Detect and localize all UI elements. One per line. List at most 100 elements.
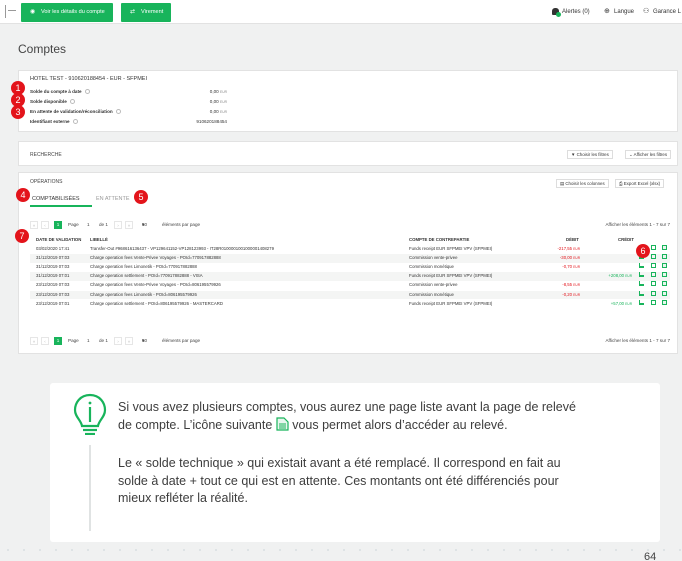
help-icon[interactable] xyxy=(72,119,78,125)
row-label: Charge operation fees Limonetik - POId=7… xyxy=(90,264,197,270)
basket-icon[interactable] xyxy=(639,281,644,287)
language-selector[interactable]: ⊕ Langue xyxy=(604,0,638,24)
document-icon[interactable] xyxy=(662,299,667,305)
help-icon[interactable] xyxy=(69,99,75,105)
row-date: 31/12/2019 07:03 xyxy=(36,255,70,261)
logout-icon[interactable] xyxy=(5,5,17,18)
annotation-badge-4: 4 xyxy=(16,188,30,202)
prev-page-icon[interactable]: ‹ xyxy=(41,337,49,345)
help-icon[interactable] xyxy=(84,89,90,95)
current-page[interactable]: 1 xyxy=(54,337,62,345)
external-link-icon[interactable] xyxy=(651,263,656,269)
row-date: 23/12/2019 07:03 xyxy=(36,282,70,288)
row-label: Charge operation settlement - POId=80619… xyxy=(90,300,223,306)
page-input[interactable]: 1 xyxy=(87,337,90,345)
balance-value: 0,00 EUR xyxy=(209,89,227,94)
basket-icon[interactable] xyxy=(639,272,644,278)
pending-value: 0,00 EUR xyxy=(209,109,227,114)
prev-page-icon[interactable]: ‹ xyxy=(41,221,49,229)
tab-booked[interactable]: COMPTABILISÉES xyxy=(32,196,80,202)
info-box: Si vous avez plusieurs comptes, vous aur… xyxy=(50,383,660,542)
footer-dots xyxy=(0,548,682,552)
row-counterparty: Funds receipt EUR SFPMEI VPV (SFPMEI) xyxy=(409,246,493,251)
top-bar: ◉ Voir les détails du compte ⇄ Virement … xyxy=(0,0,682,24)
row-counterparty: Commission vente-privee xyxy=(409,282,458,288)
external-link-icon[interactable] xyxy=(651,281,656,287)
globe-icon: ⊕ xyxy=(604,8,610,15)
last-page-icon[interactable]: » xyxy=(125,337,133,345)
table-row[interactable]: 23/12/2019 07:03 Charge operation fees Ve… xyxy=(30,281,670,290)
alerts-link[interactable]: Alertes (0) xyxy=(552,0,598,24)
row-date: 23/12/2019 07:01 xyxy=(36,300,70,306)
external-id-value: 910620188454 xyxy=(196,119,227,124)
basket-icon[interactable] xyxy=(639,299,644,305)
tab-pending[interactable]: EN ATTENTE xyxy=(96,196,130,202)
table-header: DATE DE VALIDATION LIBELLÉ COMPTE DE CON… xyxy=(36,237,634,242)
external-link-icon[interactable] xyxy=(651,290,656,296)
help-icon[interactable] xyxy=(115,109,121,115)
external-link-icon[interactable] xyxy=(651,299,656,305)
table-row[interactable]: 31/12/2019 07:03 Charge operation fees Li… xyxy=(30,263,670,272)
show-filters-button[interactable]: ⌄ Afficher les filtres xyxy=(625,150,672,159)
row-debit: -0,70 EUR xyxy=(562,264,580,270)
per-page-select[interactable]: 50 ▾ xyxy=(142,221,147,229)
document-icon[interactable] xyxy=(662,263,667,269)
table-row[interactable]: 23/12/2019 07:01 Charge operation settlem… xyxy=(30,299,670,309)
current-page[interactable]: 1 xyxy=(54,221,62,229)
first-page-icon[interactable]: « xyxy=(30,337,38,345)
document-icon[interactable] xyxy=(662,245,667,250)
chevron-down-icon: ⌄ xyxy=(629,152,633,157)
transfer-arrows-icon: ⇄ xyxy=(130,9,136,15)
page-input[interactable]: 1 xyxy=(87,221,90,229)
table-row[interactable]: 31/12/2019 07:03 Charge operation fees Ve… xyxy=(30,254,670,263)
columns-icon: ▤ xyxy=(560,181,565,186)
external-link-icon[interactable] xyxy=(651,254,656,260)
row-date: 23/12/2019 07:03 xyxy=(36,291,70,297)
document-icon[interactable] xyxy=(662,254,667,260)
annotation-badge-7: 7 xyxy=(15,229,29,243)
operations-panel: OPÉRATIONS ▤ Choisir les colonnes ⎙ Expo… xyxy=(18,172,678,354)
next-page-icon[interactable]: › xyxy=(114,221,122,229)
external-link-icon[interactable] xyxy=(651,272,656,278)
row-label: Charge operation fees Vente-Privee Voyag… xyxy=(90,255,221,261)
pager-bottom: « ‹ 1 Page 1 de 1 › » 50 ▾ éléments par … xyxy=(30,337,670,345)
per-page-select[interactable]: 50 ▾ xyxy=(142,337,147,345)
alert-dot-icon xyxy=(556,12,561,17)
eye-icon: ◉ xyxy=(30,9,36,15)
choose-columns-button[interactable]: ▤ Choisir les colonnes xyxy=(556,179,609,188)
pager-summary: Afficher les éléments 1 - 7 sur 7 xyxy=(605,338,670,343)
table-row[interactable]: 31/12/2019 07:01 Charge operation settlem… xyxy=(30,272,670,281)
row-counterparty: Funds receipt EUR SFPMEI VPV (SFPMEI) xyxy=(409,273,493,279)
choose-filters-button[interactable]: ▼ Choisir les filtres xyxy=(567,150,613,159)
document-icon[interactable] xyxy=(662,272,667,278)
table-row[interactable]: 03/02/2020 17:41 Transfer-Out #9686161364… xyxy=(30,245,670,254)
row-counterparty: Commission monétique xyxy=(409,264,454,270)
user-menu[interactable]: ⚇ Garance L xyxy=(643,0,682,24)
statement-document-icon xyxy=(276,416,289,431)
transfer-button[interactable]: ⇄ Virement xyxy=(121,3,172,22)
user-icon: ⚇ xyxy=(643,8,650,15)
row-debit: -0,20 EUR xyxy=(562,291,580,297)
last-page-icon[interactable]: » xyxy=(125,221,133,229)
info-paragraph-2: Le « solde technique » qui existait avan… xyxy=(118,456,561,506)
annotation-badge-3: 3 xyxy=(11,105,25,119)
document-icon[interactable] xyxy=(662,290,667,296)
external-id-label: Identifiant externe xyxy=(30,119,78,125)
basket-icon[interactable] xyxy=(639,263,644,269)
export-excel-button[interactable]: ⎙ Export Excel (xlsx) xyxy=(615,179,665,188)
active-tab-indicator xyxy=(30,205,92,207)
row-label: Charge operation fees Limonetik - POId=8… xyxy=(90,291,197,297)
external-link-icon[interactable] xyxy=(651,245,656,250)
lightbulb-icon xyxy=(73,393,107,435)
row-label: Transfer-Out #968616136437 - VP129641152… xyxy=(90,246,274,251)
next-page-icon[interactable]: › xyxy=(114,337,122,345)
table-row[interactable]: 23/12/2019 07:03 Charge operation fees Li… xyxy=(30,290,670,300)
pending-label: En attente de validation/réconciliation xyxy=(30,109,121,115)
row-debit: -217,55 EUR xyxy=(557,246,580,251)
pager-top: « ‹ 1 Page 1 de 1 › » 50 ▾ éléments par … xyxy=(30,221,670,229)
account-details-button[interactable]: ◉ Voir les détails du compte xyxy=(21,3,113,22)
document-icon[interactable] xyxy=(662,281,667,287)
basket-icon[interactable] xyxy=(639,290,644,296)
annotation-badge-5: 5 xyxy=(134,190,148,204)
first-page-icon[interactable]: « xyxy=(30,221,38,229)
